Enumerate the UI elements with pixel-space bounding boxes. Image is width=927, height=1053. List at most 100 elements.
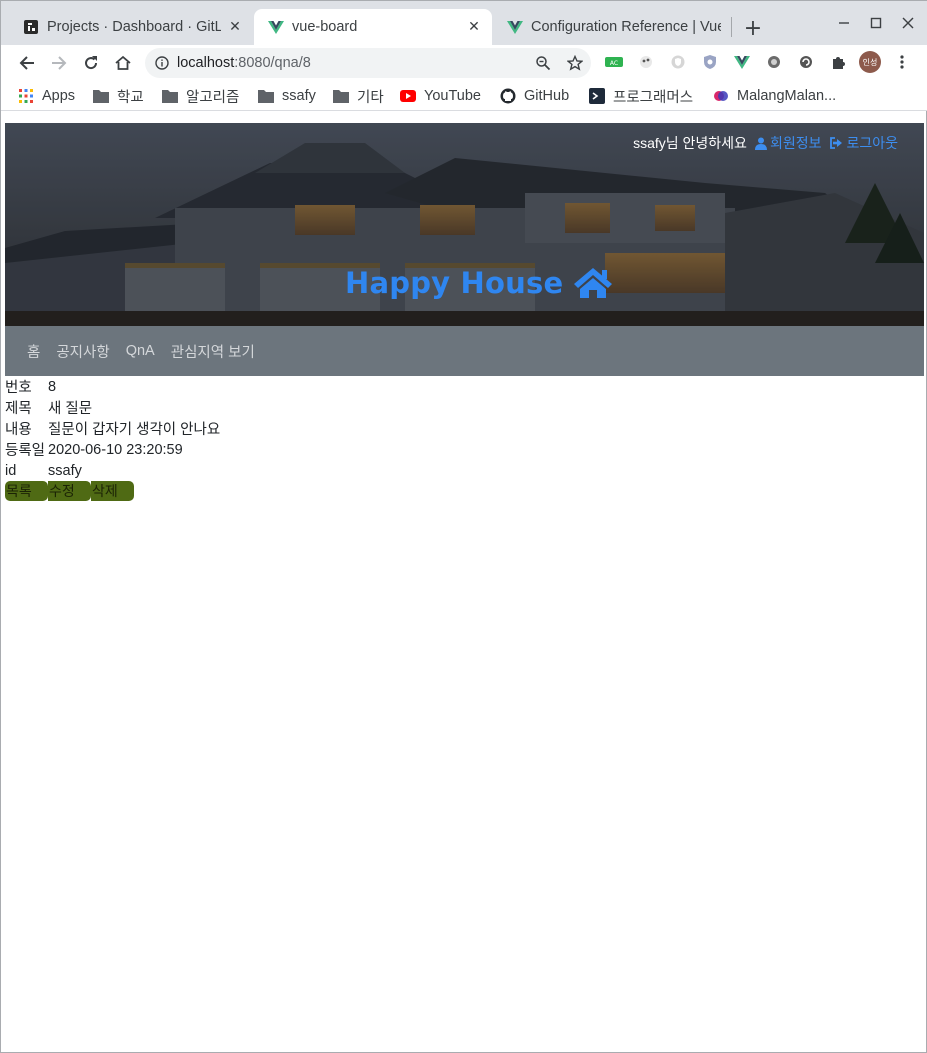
github-icon [500, 88, 516, 104]
main-nav: 홈 공지사항 QnA 관심지역 보기 [5, 326, 924, 376]
extensions-puzzle-icon[interactable] [828, 52, 848, 72]
zoom-icon[interactable] [527, 55, 559, 71]
extension-shield-icon[interactable] [668, 52, 688, 72]
table-row: 등록일 2020-06-10 23:20:59 [5, 439, 220, 460]
member-info-label: 회원정보 [769, 135, 822, 151]
bookmark-youtube[interactable]: YouTube [400, 85, 481, 107]
url-host: localhost [177, 55, 235, 71]
field-value-content: 질문이 갑자기 생각이 안나요 [48, 422, 221, 438]
gitlab-icon [23, 19, 39, 35]
programmers-icon [589, 88, 605, 104]
field-label-content: 내용 [5, 422, 32, 438]
minimize-icon[interactable] [829, 11, 859, 35]
bookmark-folder-etc[interactable]: 기타 [333, 85, 384, 107]
maximize-icon[interactable] [861, 11, 891, 35]
logout-link[interactable]: 로그아웃 [829, 133, 898, 153]
apps-grid-icon [18, 88, 34, 104]
brand-text: Happy House [345, 266, 564, 300]
extension-refresh-icon[interactable] [796, 52, 816, 72]
tab-strip: Projects · Dashboard · GitLab ✕ vue-boar… [1, 1, 927, 45]
bookmark-label: GitHub [524, 88, 570, 104]
extension-ghost-icon[interactable] [636, 52, 656, 72]
profile-initials: 인성 [862, 57, 878, 67]
home-button[interactable] [109, 49, 137, 77]
tab-title: Projects · Dashboard · GitLab [47, 19, 221, 35]
bookmark-label: MalangMalan... [737, 88, 837, 104]
user-bar: ssafy님 안녕하세요 회원정보 로그아웃 [633, 133, 898, 153]
tab-gitlab[interactable]: Projects · Dashboard · GitLab ✕ [9, 9, 253, 45]
user-icon [754, 137, 767, 150]
bookmark-programmers[interactable]: 프로그래머스 [589, 85, 693, 107]
nav-notice[interactable]: 공지사항 [48, 341, 117, 362]
reload-button[interactable] [77, 49, 105, 77]
action-buttons: 목록 수정 삭제 [5, 481, 134, 501]
brand-title[interactable]: Happy House [345, 266, 613, 300]
delete-button[interactable]: 삭제 [91, 481, 134, 501]
forward-button[interactable] [45, 49, 73, 77]
table-row: id ssafy [5, 460, 220, 481]
table-row: 번호 8 [5, 376, 220, 397]
bookmark-label: 알고리즘 [186, 89, 240, 106]
list-button[interactable]: 목록 [5, 481, 48, 501]
close-tab-icon[interactable]: ✕ [466, 19, 482, 35]
bookmark-folder-algorithm[interactable]: 알고리즘 [162, 85, 239, 107]
browser-window: Projects · Dashboard · GitLab ✕ vue-boar… [0, 0, 927, 1053]
url-path: :8080/qna/8 [234, 55, 311, 71]
home-icon [574, 268, 613, 298]
browser-toolbar: localhost:8080/qna/8 AC 인성 [1, 45, 927, 81]
field-value-id: ssafy [48, 462, 82, 479]
tab-vue-board[interactable]: vue-board ✕ [254, 9, 492, 45]
field-label-id: id [5, 462, 17, 479]
bookmark-label: ssafy [282, 88, 316, 104]
nav-interest-area[interactable]: 관심지역 보기 [163, 341, 263, 362]
close-tab-icon[interactable]: ✕ [227, 19, 243, 35]
extension-ac-icon[interactable]: AC [604, 52, 624, 72]
bookmark-label: Apps [42, 88, 76, 104]
bookmark-label: YouTube [424, 88, 481, 104]
table-row: 내용 질문이 갑자기 생각이 안나요 [5, 418, 220, 439]
hero-banner: ssafy님 안녕하세요 회원정보 로그아웃 Happy House [5, 123, 924, 326]
folder-icon [258, 88, 274, 104]
bookmark-star-icon[interactable] [559, 55, 591, 71]
tab-title: vue-board [292, 19, 358, 35]
field-value-date: 2020-06-10 23:20:59 [48, 441, 183, 458]
close-window-icon[interactable] [893, 11, 923, 35]
table-row: 제목 새 질문 [5, 397, 220, 418]
vue-devtools-icon[interactable] [732, 52, 752, 72]
profile-avatar[interactable]: 인성 [858, 50, 882, 74]
vue-icon [507, 19, 523, 35]
tab-separator [731, 17, 732, 37]
bookmark-folder-school[interactable]: 학교 [93, 85, 144, 107]
field-label-date: 등록일 [5, 443, 46, 459]
bookmark-label: 프로그래머스 [613, 89, 694, 106]
nav-qna[interactable]: QnA [118, 343, 163, 359]
youtube-icon [400, 88, 416, 104]
qna-detail: 번호 8 제목 새 질문 내용 질문이 갑자기 생각이 안나요 등록일 2020… [5, 376, 220, 481]
bookmark-github[interactable]: GitHub [500, 85, 569, 107]
bookmark-folder-ssafy[interactable]: ssafy [258, 85, 316, 107]
new-tab-button[interactable]: + [739, 14, 767, 42]
extension-circle-icon[interactable] [764, 52, 784, 72]
greeting-text: ssafy님 안녕하세요 [633, 135, 747, 151]
site-info-icon[interactable] [147, 56, 177, 70]
malang-icon [713, 88, 729, 104]
sign-out-icon [830, 137, 843, 149]
bookmark-malang[interactable]: MalangMalan... [713, 85, 836, 107]
url-text: localhost:8080/qna/8 [177, 55, 527, 71]
bookmark-label: 학교 [117, 89, 144, 106]
nav-home[interactable]: 홈 [19, 341, 48, 362]
folder-icon [162, 88, 178, 104]
member-info-link[interactable]: 회원정보 [754, 133, 822, 153]
extension-security-icon[interactable] [700, 52, 720, 72]
field-value-number: 8 [48, 378, 57, 395]
tab-vue-cli[interactable]: Configuration Reference | Vue CLI [493, 9, 731, 45]
svg-text:AC: AC [610, 60, 618, 67]
bookmark-apps[interactable]: Apps [18, 85, 75, 107]
folder-icon [93, 88, 109, 104]
field-label-number: 번호 [5, 380, 32, 396]
address-bar[interactable]: localhost:8080/qna/8 [145, 48, 591, 78]
edit-button[interactable]: 수정 [48, 481, 91, 501]
back-button[interactable] [13, 49, 41, 77]
page-viewport: ssafy님 안녕하세요 회원정보 로그아웃 Happy House 홈 공지사… [5, 123, 924, 1051]
menu-kebab-icon[interactable] [892, 52, 912, 72]
